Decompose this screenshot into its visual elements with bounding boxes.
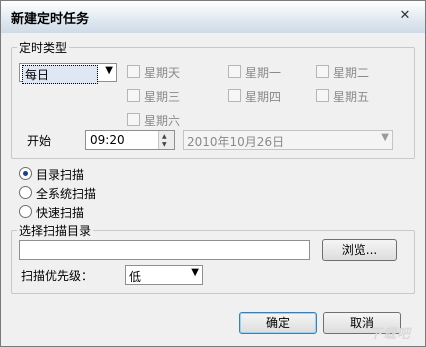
frequency-select[interactable]: 每日 ▼ [19,63,117,84]
time-spinner[interactable]: ▲ ▼ [158,131,174,149]
chevron-down-icon: ▼ [381,132,389,143]
title-bar[interactable]: 新建定时任务 ✕ [1,1,425,33]
priority-label: 扫描优先级： [21,269,94,283]
weekday-label: 星期二 [333,66,370,80]
watermark-logo: 下载吧 [368,327,411,342]
weekday-label: 星期五 [333,90,370,104]
weekday-label: 星期六 [144,114,181,128]
schedule-type-legend: 定时类型 [17,39,70,56]
close-icon[interactable]: ✕ [395,7,415,25]
radio-icon [19,167,32,180]
spin-up-icon: ▲ [162,133,167,140]
checkbox-icon [127,65,140,78]
weekday-label: 星期三 [144,90,181,104]
weekday-label: 星期四 [245,90,282,104]
radio-label: 快速扫描 [36,206,85,220]
radio-label: 全系统扫描 [36,187,97,201]
radio-label: 目录扫描 [36,168,85,182]
radio-selected-dot [23,171,28,176]
start-time-value: 09:20 [90,133,125,147]
spin-down-icon: ▼ [162,141,167,148]
checkbox-icon [316,89,329,102]
checkbox-icon [316,65,329,78]
priority-value: 低 [129,270,142,284]
frequency-value: 每日 [22,65,98,84]
ok-button[interactable]: 确定 [239,312,317,334]
weekday-label: 星期天 [144,66,181,80]
checkbox-icon [127,113,140,126]
browse-button[interactable]: 浏览... [322,239,397,261]
chevron-down-icon: ▼ [105,65,113,76]
new-scheduled-task-dialog: 新建定时任务 ✕ 定时类型 每日 ▼ 星期天 星期一 星期二 星期三 星期四 星… [0,0,426,347]
radio-icon [19,186,32,199]
start-date-picker[interactable]: 2010年10月26日 ▼ [183,130,393,150]
start-date-value: 2010年10月26日 [187,135,285,149]
weekday-label: 星期一 [245,66,282,80]
checkbox-icon [127,89,140,102]
scan-directory-legend: 选择扫描目录 [17,222,94,239]
checkbox-icon [228,89,241,102]
radio-icon [19,205,32,218]
chevron-down-icon: ▼ [191,267,199,278]
start-label: 开始 [27,134,52,148]
priority-select[interactable]: 低 ▼ [125,265,203,285]
checkbox-icon [228,65,241,78]
dialog-title: 新建定时任务 [11,12,90,27]
scan-path-input[interactable] [19,240,310,260]
start-time-input[interactable]: 09:20 ▲ ▼ [85,130,175,150]
